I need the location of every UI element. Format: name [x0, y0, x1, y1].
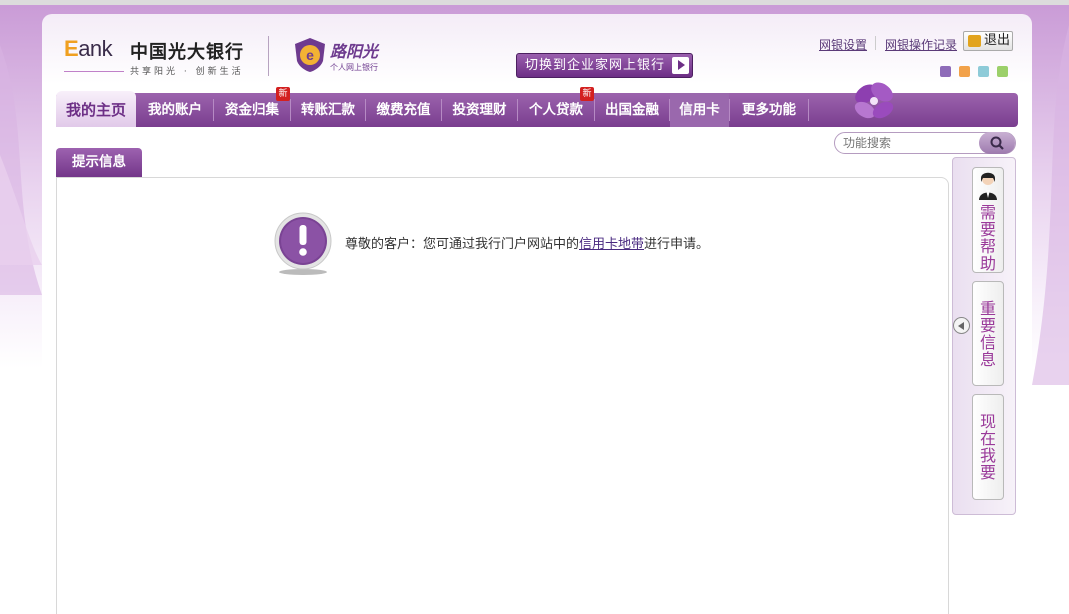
- search-button[interactable]: [979, 132, 1015, 154]
- new-badge: 新: [580, 87, 594, 101]
- credit-card-zone-link[interactable]: 信用卡地带: [579, 237, 644, 252]
- window-top-border: [0, 0, 1069, 5]
- search-icon: [990, 136, 1004, 150]
- ebank-logo: Eank: [64, 36, 113, 61]
- switch-enterprise-button[interactable]: 切换到企业家网上银行: [516, 53, 693, 78]
- nav-home[interactable]: 我的主页: [56, 91, 136, 127]
- tab-notice[interactable]: 提示信息: [56, 148, 142, 177]
- play-arrow-icon: [672, 57, 689, 74]
- bank-name: 中国光大银行: [130, 42, 244, 62]
- function-search: [834, 132, 1016, 154]
- nav-credit-card[interactable]: 信用卡: [670, 93, 729, 127]
- search-input[interactable]: [843, 135, 981, 151]
- collapse-arrow-icon[interactable]: [953, 317, 970, 334]
- nav-my-account[interactable]: 我的账户: [137, 93, 213, 127]
- bank-slogan: 共享阳光 · 创新生活: [130, 67, 244, 77]
- history-link[interactable]: 网银操作记录: [885, 36, 957, 53]
- settings-link[interactable]: 网银设置: [819, 36, 867, 53]
- lock-icon: [968, 35, 981, 47]
- notice-message: 尊敬的客户：您可通过我行门户网站中的信用卡地带进行申请。: [345, 237, 710, 252]
- brand-title: 路阳光: [330, 42, 379, 61]
- important-info-button[interactable]: 重要信息: [972, 281, 1004, 386]
- theme-cyan-button[interactable]: [978, 66, 989, 77]
- nav-investment[interactable]: 投资理财: [442, 93, 517, 127]
- sunshine-shield-icon: e: [295, 38, 325, 72]
- right-decoration: [1032, 25, 1069, 385]
- new-badge: 新: [276, 87, 290, 101]
- logout-button[interactable]: 退出: [963, 31, 1013, 51]
- logo-underline: [64, 71, 124, 72]
- svg-text:e: e: [306, 47, 314, 63]
- left-decoration: [0, 45, 42, 295]
- theme-purple-button[interactable]: [940, 66, 951, 77]
- i-want-now-button[interactable]: 现在我要: [972, 394, 1004, 500]
- nav-transfer[interactable]: 转账汇款: [291, 93, 365, 127]
- theme-orange-button[interactable]: [959, 66, 970, 77]
- theme-green-button[interactable]: [997, 66, 1008, 77]
- nav-separator: [808, 99, 809, 121]
- exclamation-icon: [274, 212, 332, 275]
- logo-divider: [268, 36, 269, 76]
- butterfly-logo-icon: [854, 82, 894, 119]
- support-agent-icon: [979, 172, 997, 200]
- nav-payment[interactable]: 缴费充值: [366, 93, 441, 127]
- link-separator: [875, 36, 876, 50]
- nav-overseas-finance[interactable]: 出国金融: [595, 93, 669, 127]
- brand-subtitle: 个人网上银行: [330, 63, 378, 72]
- nav-more-functions[interactable]: 更多功能: [730, 93, 808, 127]
